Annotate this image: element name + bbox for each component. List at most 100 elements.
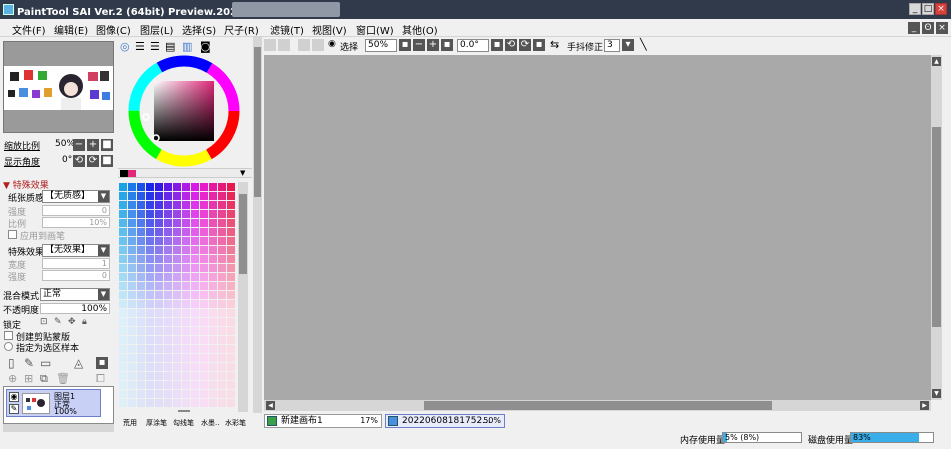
color-swatch[interactable] [137, 210, 145, 218]
color-swatch[interactable] [209, 291, 217, 299]
color-swatch[interactable] [227, 192, 235, 200]
color-swatch[interactable] [209, 372, 217, 380]
color-swatch[interactable] [119, 237, 127, 245]
color-swatch[interactable] [137, 291, 145, 299]
color-swatch[interactable] [155, 291, 163, 299]
color-swatch[interactable] [191, 300, 199, 308]
toolbar-zoom-reset-button[interactable]: ▪ [399, 39, 411, 51]
color-swatch[interactable] [119, 246, 127, 254]
color-swatch[interactable] [209, 264, 217, 272]
color-swatch[interactable] [173, 309, 181, 317]
color-swatch[interactable] [128, 192, 136, 200]
color-swatch[interactable] [164, 255, 172, 263]
color-swatch[interactable] [227, 291, 235, 299]
color-swatch[interactable] [227, 327, 235, 335]
color-swatch[interactable] [119, 183, 127, 191]
color-swatch[interactable] [173, 390, 181, 398]
color-swatch[interactable] [182, 336, 190, 344]
texture-strength-field[interactable]: 0 [42, 205, 110, 216]
color-swatch[interactable] [164, 237, 172, 245]
color-swatch[interactable] [146, 354, 154, 362]
menu-file[interactable]: 文件(F) [12, 22, 46, 37]
color-swatch[interactable] [164, 300, 172, 308]
delete-layer-icon[interactable]: 🗑︎ [56, 372, 70, 385]
new-layer-icon[interactable]: ▯ [8, 356, 15, 370]
color-swatch[interactable] [137, 282, 145, 290]
color-swatch[interactable] [191, 228, 199, 236]
mdi-restore-button[interactable]: ʘ [922, 22, 934, 34]
color-swatch[interactable] [119, 192, 127, 200]
color-swatch[interactable] [182, 345, 190, 353]
color-swatch[interactable] [137, 354, 145, 362]
color-swatch[interactable] [137, 381, 145, 389]
toolbar-rotate-right-button[interactable]: ⟳ [519, 39, 531, 51]
color-swatch[interactable] [191, 273, 199, 281]
color-swatch[interactable] [119, 300, 127, 308]
color-swatch[interactable] [164, 210, 172, 218]
color-swatch[interactable] [191, 264, 199, 272]
color-swatch[interactable] [200, 228, 208, 236]
color-swatch[interactable] [155, 237, 163, 245]
canvas-hscroll[interactable]: ◀ ▶ [264, 400, 931, 411]
color-swatch[interactable] [119, 354, 127, 362]
color-swatch[interactable] [191, 372, 199, 380]
brush-tab-3[interactable]: 勾线笔 [173, 418, 194, 428]
scroll-right-icon[interactable]: ▶ [920, 401, 929, 410]
menu-filter[interactable]: 滤镜(T) [270, 22, 304, 37]
color-swatch[interactable] [191, 291, 199, 299]
color-swatch[interactable] [191, 399, 199, 407]
fill-layer-icon[interactable]: ◬ [74, 356, 83, 370]
color-swatch[interactable] [128, 273, 136, 281]
color-swatch[interactable] [227, 381, 235, 389]
color-swatch[interactable] [191, 390, 199, 398]
color-swatch[interactable] [155, 390, 163, 398]
color-swatch[interactable] [146, 183, 154, 191]
color-swatch[interactable] [173, 363, 181, 371]
color-swatch[interactable] [137, 237, 145, 245]
color-swatch[interactable] [164, 219, 172, 227]
color-swatch[interactable] [191, 246, 199, 254]
color-swatch[interactable] [146, 399, 154, 407]
color-swatch[interactable] [173, 318, 181, 326]
color-swatch[interactable] [191, 336, 199, 344]
color-swatch[interactable] [209, 192, 217, 200]
invert-selection-button[interactable] [312, 39, 324, 51]
color-swatch[interactable] [173, 354, 181, 362]
color-swatch[interactable] [128, 345, 136, 353]
lock-transparency-icon[interactable]: ⊡ [40, 317, 48, 327]
color-swatch[interactable] [182, 228, 190, 236]
color-swatch[interactable] [191, 192, 199, 200]
color-swatch[interactable] [209, 336, 217, 344]
color-swatch[interactable] [182, 237, 190, 245]
color-swatch[interactable] [200, 336, 208, 344]
color-swatch[interactable] [128, 201, 136, 209]
panel-splitter-scroll[interactable] [253, 37, 262, 413]
color-swatch[interactable] [119, 309, 127, 317]
opacity-slider[interactable]: 100% [40, 303, 110, 314]
color-swatch[interactable] [128, 300, 136, 308]
undo-button[interactable] [264, 39, 276, 51]
merge-down-icon[interactable]: ⊞ [24, 372, 33, 385]
color-swatch[interactable] [200, 390, 208, 398]
lock-move-icon[interactable]: ✥ [68, 317, 76, 327]
color-swatch[interactable] [128, 255, 136, 263]
color-swatch[interactable] [218, 228, 226, 236]
color-swatch[interactable] [200, 282, 208, 290]
color-swatch[interactable] [227, 183, 235, 191]
color-swatch[interactable] [146, 345, 154, 353]
color-swatch[interactable] [173, 210, 181, 218]
menu-ruler[interactable]: 尺子(R) [224, 22, 259, 37]
color-swatch[interactable] [137, 255, 145, 263]
color-swatch[interactable] [218, 282, 226, 290]
brush-tab-4[interactable]: 水墨.. [201, 418, 219, 428]
stabilizer-dropdown-button[interactable]: ▾ [622, 39, 634, 51]
color-swatch[interactable] [209, 309, 217, 317]
secondary-color-swatch[interactable] [128, 170, 136, 177]
color-swatch[interactable] [209, 246, 217, 254]
color-swatch[interactable] [182, 282, 190, 290]
color-swatch[interactable] [155, 345, 163, 353]
color-swatch[interactable] [227, 309, 235, 317]
color-swatch[interactable] [155, 183, 163, 191]
color-swatch[interactable] [164, 246, 172, 254]
panel-splitter-thumb[interactable] [254, 47, 261, 197]
